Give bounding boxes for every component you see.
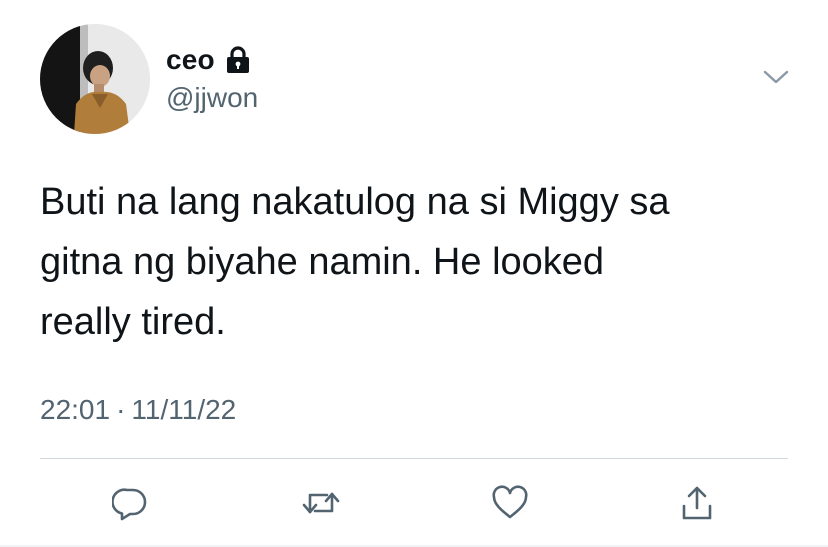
reply-button[interactable] xyxy=(105,478,155,528)
timestamp[interactable]: 22:01 · 11/11/22 xyxy=(40,394,236,426)
tweet-text: Buti na lang nakatulog na si Miggy sa gi… xyxy=(40,181,670,343)
tweet-time: 22:01 xyxy=(40,394,111,425)
lock-icon xyxy=(225,46,251,74)
avatar[interactable] xyxy=(40,24,150,134)
avatar-photo xyxy=(40,24,150,134)
tweet-date: 11/11/22 xyxy=(131,394,237,425)
tweet-card: ceo @jjwon Buti na lang nakatulog na si … xyxy=(0,0,828,547)
like-button[interactable] xyxy=(485,478,535,528)
heart-icon xyxy=(492,485,528,519)
share-icon xyxy=(682,486,712,520)
retweet-icon xyxy=(302,492,340,514)
divider xyxy=(40,458,788,459)
share-button[interactable] xyxy=(672,478,722,528)
chevron-down-icon[interactable] xyxy=(762,66,790,88)
display-name[interactable]: ceo xyxy=(166,44,215,76)
action-bar xyxy=(0,478,828,528)
display-name-row: ceo xyxy=(166,40,251,80)
speech-bubble-icon xyxy=(112,488,147,521)
retweet-button[interactable] xyxy=(296,478,346,528)
timestamp-separator: · xyxy=(116,394,126,425)
user-handle[interactable]: @jjwon xyxy=(166,82,258,114)
